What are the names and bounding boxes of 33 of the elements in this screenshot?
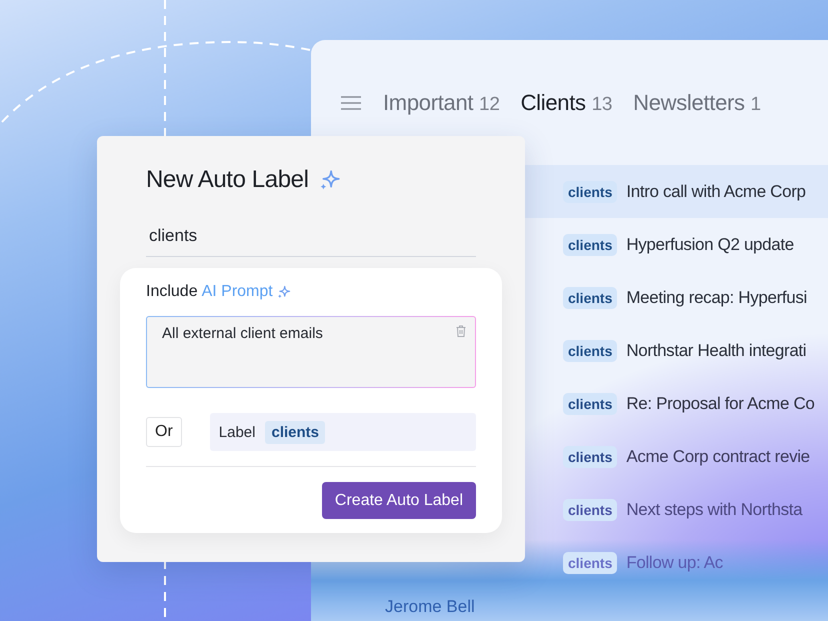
message-subject[interactable]: Acme Corp contract revie: [626, 446, 810, 466]
prompt-field[interactable]: All external client emails: [146, 316, 476, 388]
message-subject[interactable]: Meeting recap: Hyperfusi: [626, 288, 807, 308]
menu-icon[interactable]: [341, 96, 361, 110]
sparkle-icon: [276, 285, 291, 299]
label-chip: clients: [265, 420, 326, 444]
message-subject[interactable]: Intro call with Acme Corp: [626, 182, 806, 202]
message-subject[interactable]: Next steps with Northsta: [626, 500, 802, 520]
sender-name: Jerome Bell: [385, 597, 475, 617]
label-tag: clients: [563, 286, 618, 308]
label-tag: clients: [563, 446, 618, 468]
label-tag: clients: [563, 392, 618, 414]
label-tag: clients: [563, 180, 618, 202]
tab[interactable]: Important 12: [383, 90, 500, 116]
label-tag: clients: [563, 340, 618, 362]
message-row[interactable]: clients Intro call with Acme Corp: [525, 165, 828, 218]
message-subject[interactable]: Re: Proposal for Acme Co: [626, 394, 814, 414]
label-name-field[interactable]: clients: [146, 218, 476, 257]
label-tag: clients: [563, 552, 618, 574]
label-filter-panel[interactable]: Label clients: [210, 413, 476, 451]
create-button[interactable]: Create Auto Label: [322, 482, 476, 519]
label-tag: clients: [563, 234, 618, 256]
label-text: Label: [218, 424, 256, 440]
label-tag: clients: [563, 498, 618, 520]
sparkle-icon: [318, 169, 341, 191]
message-subject[interactable]: Hyperfusion Q2 update: [626, 234, 794, 254]
dialog-title: New Auto Label: [146, 166, 309, 194]
tab[interactable]: Clients 13: [520, 90, 612, 116]
include-label: Include: [146, 283, 198, 301]
tab[interactable]: Newsletters 1: [633, 90, 761, 116]
trash-icon[interactable]: [456, 325, 466, 337]
or-button[interactable]: Or: [146, 417, 182, 447]
message-subject[interactable]: Northstar Health integrati: [626, 340, 806, 360]
